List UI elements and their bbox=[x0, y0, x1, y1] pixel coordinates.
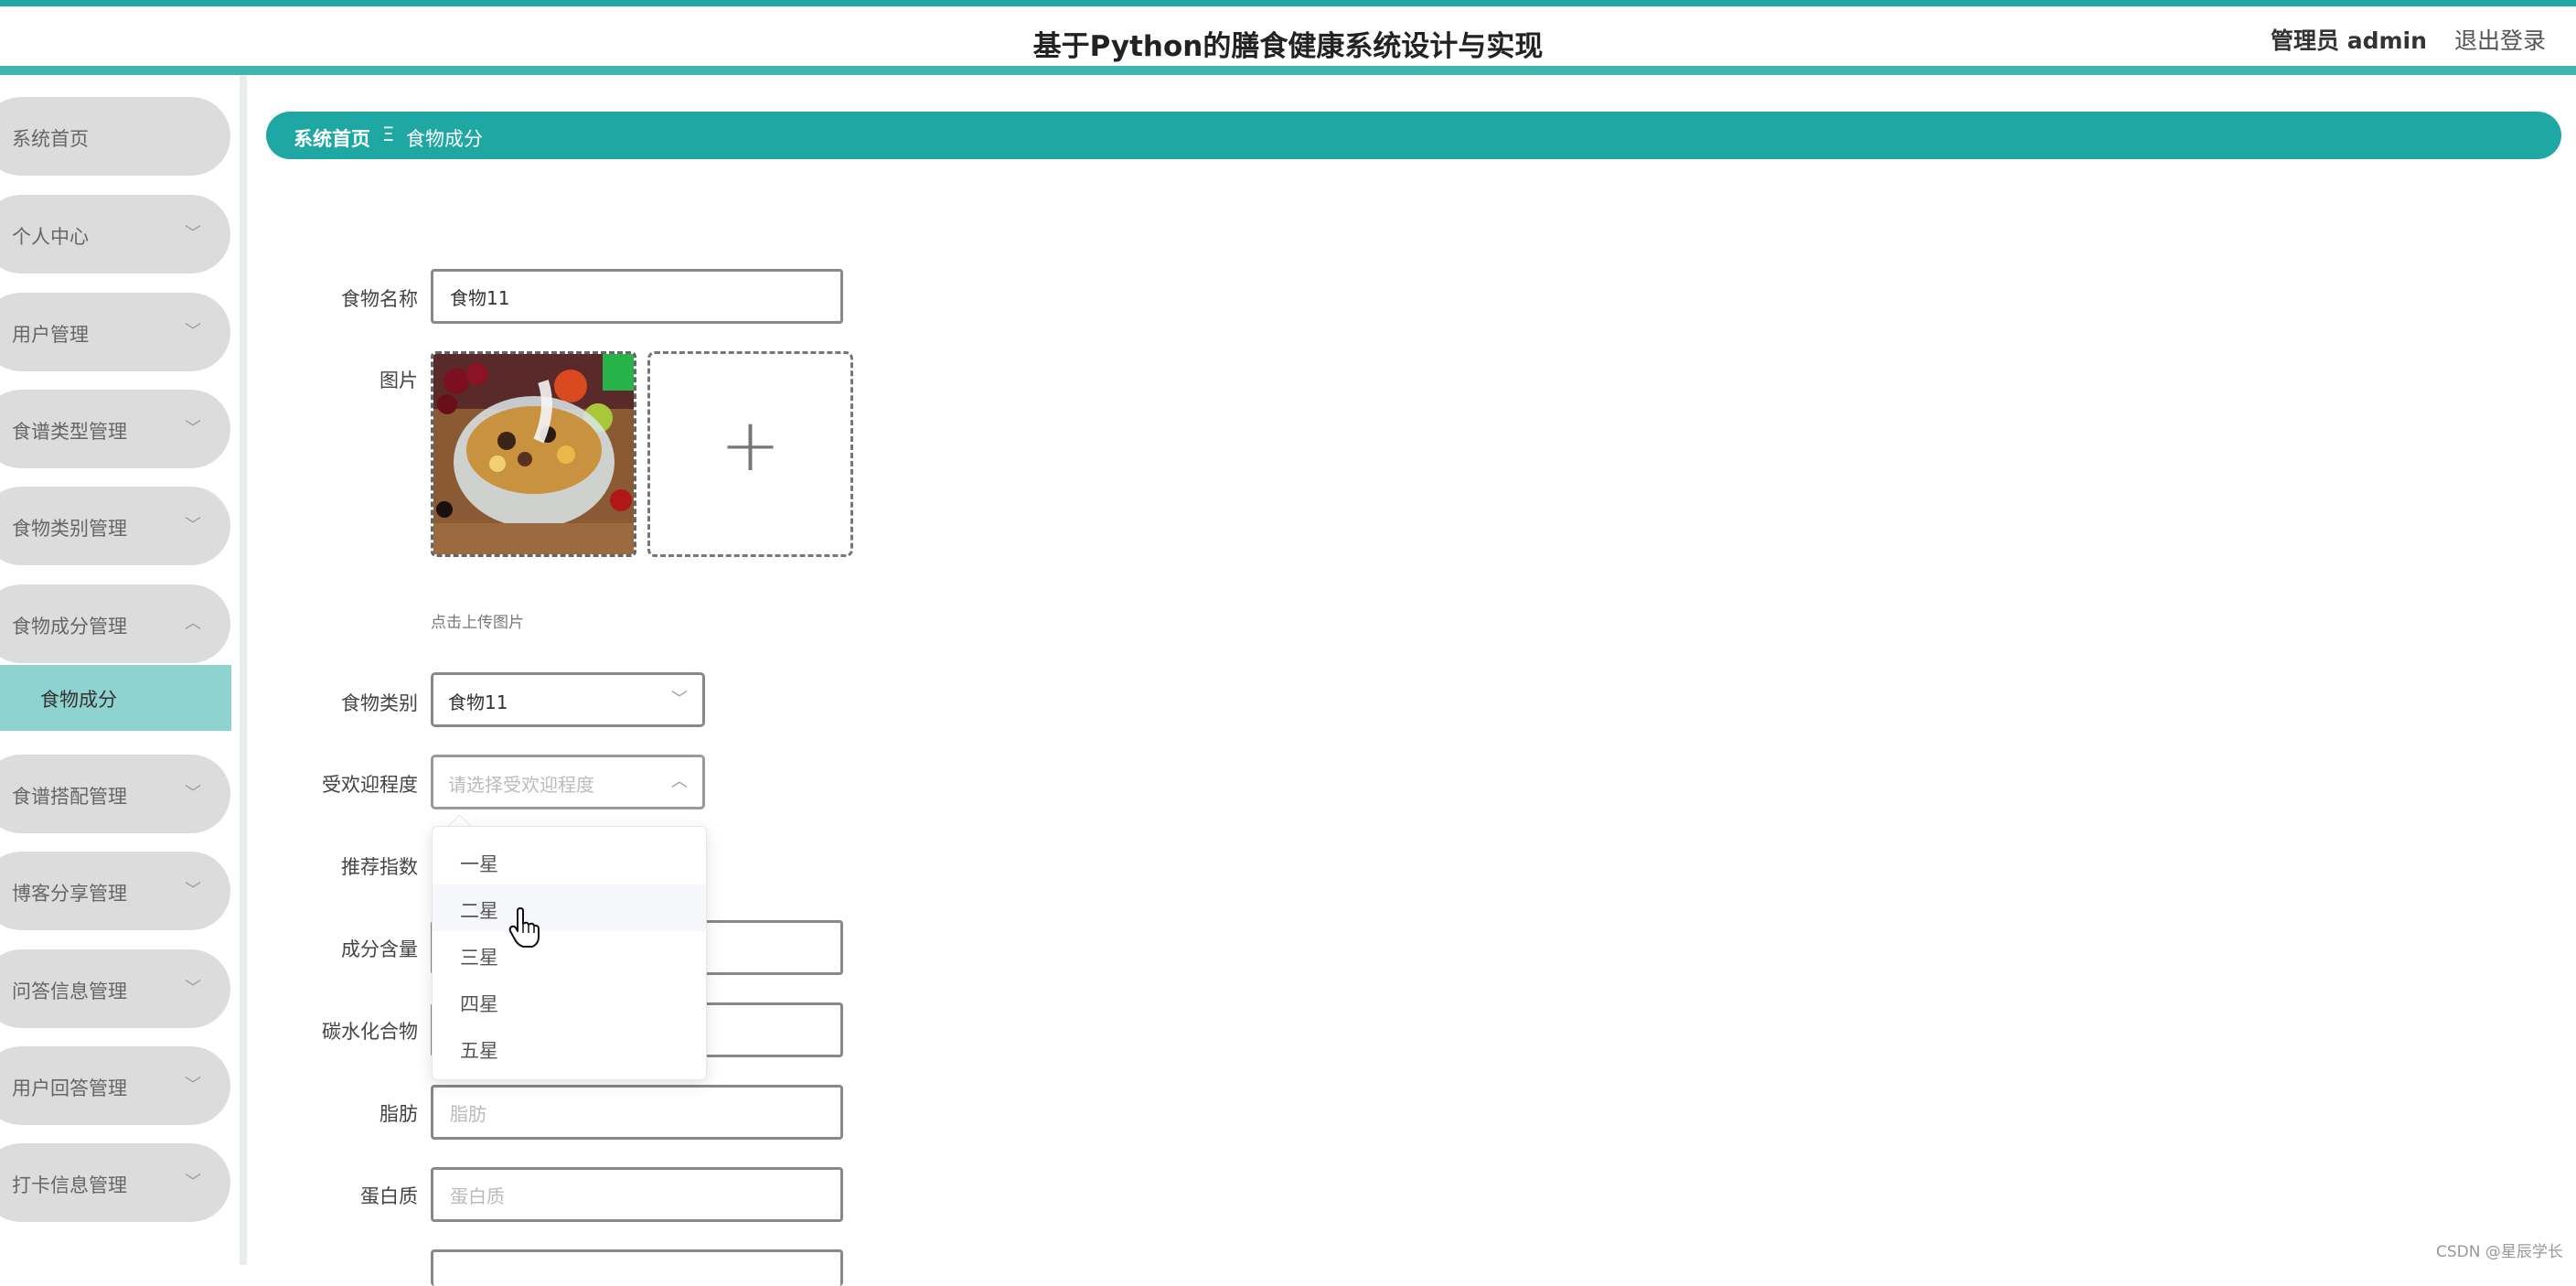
food-category-select[interactable]: 食物11 ﹀ bbox=[431, 672, 705, 727]
current-user-label: 管理员 admin bbox=[2271, 27, 2427, 54]
image-upload-button[interactable]: + bbox=[647, 351, 853, 557]
sidebar-item-qa[interactable]: 问答信息管理 ﹀ bbox=[0, 949, 230, 1028]
dropdown-option[interactable]: 四星 bbox=[433, 978, 706, 1024]
protein-input[interactable]: 蛋白质 bbox=[431, 1167, 843, 1222]
option-label: 一星 bbox=[460, 853, 498, 875]
logout-link[interactable]: 退出登录 bbox=[2454, 23, 2546, 56]
sidebar-subitem-food-ingredients[interactable]: 食物成分 bbox=[0, 665, 231, 731]
sidebar-item-label: 系统首页 bbox=[12, 128, 89, 150]
food-photo[interactable] bbox=[431, 351, 636, 557]
sidebar-item-label: 食谱类型管理 bbox=[12, 421, 127, 443]
chevron-down-icon: ﹀ bbox=[185, 784, 201, 803]
image-label: 图片 bbox=[379, 370, 418, 391]
dropdown-option[interactable]: 五星 bbox=[433, 1024, 706, 1071]
sidebar-item-label: 个人中心 bbox=[12, 226, 89, 248]
option-label: 三星 bbox=[460, 947, 498, 969]
app-title: 基于Python的膳食健康系统设计与实现 bbox=[1032, 30, 1544, 63]
sidebar-item-food-categories[interactable]: 食物类别管理 ﹀ bbox=[0, 487, 230, 565]
content-label: 成分含量 bbox=[341, 938, 418, 960]
protein-label: 蛋白质 bbox=[360, 1185, 418, 1207]
chevron-up-icon: ︿ bbox=[185, 614, 201, 633]
popularity-dropdown: 一星 二星 三星 四星 五星 bbox=[432, 826, 707, 1080]
option-label: 五星 bbox=[460, 1040, 498, 1062]
sidebar-item-label: 用户回答管理 bbox=[12, 1077, 127, 1099]
sidebar-item-users[interactable]: 用户管理 ﹀ bbox=[0, 293, 230, 371]
upload-hint: 点击上传图片 bbox=[431, 614, 524, 632]
breadcrumb-separator-icon: Ξ bbox=[382, 123, 395, 145]
protein-placeholder: 蛋白质 bbox=[450, 1184, 505, 1207]
popularity-placeholder: 请选择受欢迎程度 bbox=[448, 774, 594, 796]
food-name-value: 食物11 bbox=[450, 286, 510, 309]
recommend-label: 推荐指数 bbox=[341, 856, 418, 878]
hand-cursor-icon bbox=[508, 907, 540, 948]
chevron-down-icon: ﹀ bbox=[185, 224, 201, 243]
chevron-down-icon: ﹀ bbox=[185, 419, 201, 438]
popularity-select[interactable]: 请选择受欢迎程度 ︿ bbox=[431, 755, 705, 809]
fat-input[interactable]: 脂肪 bbox=[431, 1085, 843, 1140]
food-category-value: 食物11 bbox=[448, 691, 508, 713]
sidebar-item-label: 食物类别管理 bbox=[12, 518, 127, 540]
sidebar-item-profile[interactable]: 个人中心 ﹀ bbox=[0, 195, 230, 273]
food-name-label: 食物名称 bbox=[341, 288, 418, 310]
fat-placeholder: 脂肪 bbox=[450, 1102, 486, 1125]
dropdown-option[interactable]: 一星 bbox=[433, 838, 706, 884]
header: 基于Python的膳食健康系统设计与实现 管理员 admin 退出登录 bbox=[0, 6, 2576, 66]
dropdown-option[interactable]: 三星 bbox=[433, 931, 706, 978]
sidebar-item-label: 食物成分管理 bbox=[12, 616, 127, 638]
sidebar-item-label: 博客分享管理 bbox=[12, 883, 127, 905]
sidebar-item-label: 用户管理 bbox=[12, 324, 89, 346]
sidebar-subitem-label: 食物成分 bbox=[40, 689, 117, 711]
food-category-label: 食物类别 bbox=[341, 692, 418, 714]
fat-label: 脂肪 bbox=[379, 1103, 418, 1125]
sidebar-border bbox=[240, 75, 247, 1265]
sidebar-item-label: 问答信息管理 bbox=[12, 981, 127, 1002]
option-label: 四星 bbox=[460, 993, 498, 1015]
sidebar-item-home[interactable]: 系统首页 bbox=[0, 97, 230, 176]
chevron-down-icon: ﹀ bbox=[185, 881, 201, 900]
plus-icon: + bbox=[719, 402, 782, 488]
breadcrumb-home[interactable]: 系统首页 bbox=[294, 124, 370, 152]
watermark: CSDN @星辰学长 bbox=[2436, 1243, 2563, 1261]
chevron-down-icon: ﹀ bbox=[185, 1076, 201, 1095]
chevron-down-icon: ﹀ bbox=[671, 690, 688, 709]
chevron-down-icon: ﹀ bbox=[185, 516, 201, 535]
sidebar-item-blog[interactable]: 博客分享管理 ﹀ bbox=[0, 852, 230, 930]
sidebar-item-label: 食谱搭配管理 bbox=[12, 786, 127, 808]
header-divider bbox=[0, 66, 2576, 75]
sidebar-item-food-ingredients[interactable]: 食物成分管理 ︿ bbox=[0, 584, 230, 663]
breadcrumb-current: 食物成分 bbox=[406, 128, 483, 150]
header-accent-bar bbox=[0, 0, 2576, 6]
food-photo-image bbox=[433, 354, 634, 554]
carbs-label: 碳水化合物 bbox=[322, 1021, 418, 1043]
food-name-input[interactable]: 食物11 bbox=[431, 269, 843, 324]
sidebar-item-recipe-types[interactable]: 食谱类型管理 ﹀ bbox=[0, 390, 230, 468]
popularity-label: 受欢迎程度 bbox=[322, 774, 418, 796]
next-field-input[interactable] bbox=[431, 1249, 843, 1286]
chevron-down-icon: ﹀ bbox=[185, 1173, 201, 1192]
sidebar-item-label: 打卡信息管理 bbox=[12, 1174, 127, 1196]
sidebar: 系统首页 个人中心 ﹀ 用户管理 ﹀ 食谱类型管理 ﹀ 食物类别管理 ﹀ 食物成… bbox=[0, 75, 240, 1265]
sidebar-item-answers[interactable]: 用户回答管理 ﹀ bbox=[0, 1046, 230, 1125]
chevron-down-icon: ﹀ bbox=[185, 979, 201, 998]
breadcrumb: 系统首页 Ξ 食物成分 bbox=[266, 112, 2561, 159]
chevron-down-icon: ﹀ bbox=[185, 322, 201, 341]
chevron-up-icon: ︿ bbox=[671, 772, 688, 791]
sidebar-item-recipe-pairing[interactable]: 食谱搭配管理 ﹀ bbox=[0, 755, 230, 833]
sidebar-item-checkin[interactable]: 打卡信息管理 ﹀ bbox=[0, 1143, 230, 1222]
dropdown-option[interactable]: 二星 bbox=[433, 884, 706, 931]
option-label: 二星 bbox=[460, 900, 498, 922]
